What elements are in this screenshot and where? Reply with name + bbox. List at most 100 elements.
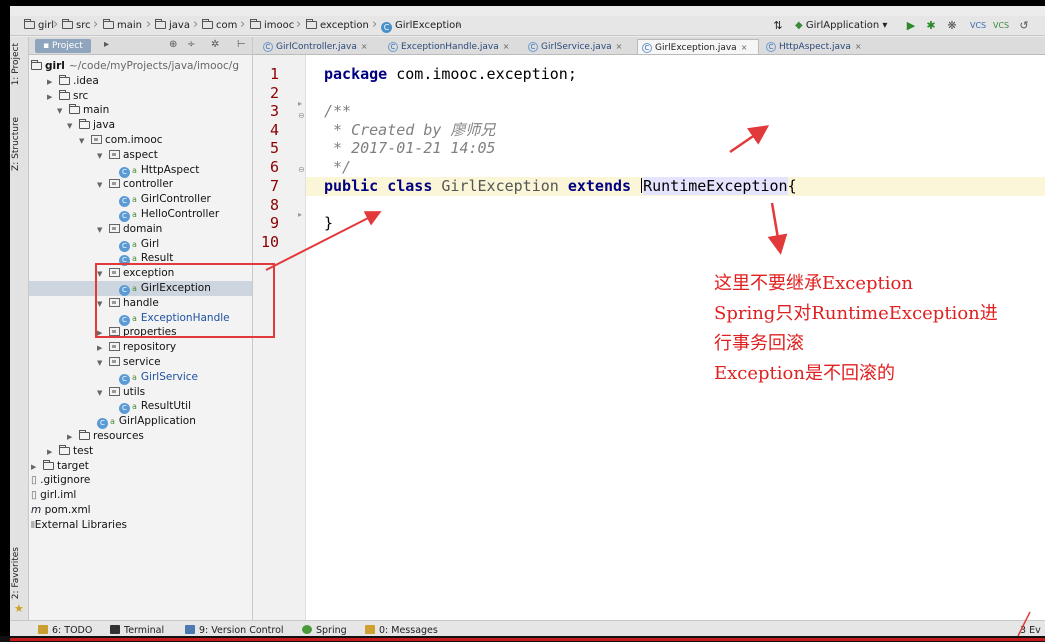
editor-tab[interactable]: C ExceptionHandle.java × [384,39,521,54]
line-number: 5 [269,139,279,157]
chevron-down-icon[interactable]: ▼ [67,119,75,134]
tree-item[interactable]: ▼ java [29,118,252,134]
chevron-right-icon: › [240,17,246,32]
tree-item[interactable]: m pom.xml [29,503,252,518]
tree-item[interactable]: Ca HelloController [29,207,252,222]
tree-item[interactable]: ▯ .gitignore [29,473,252,488]
sort-icon[interactable]: ⇅ [770,18,786,34]
chevron-down-icon[interactable]: ▼ [97,386,105,401]
folder-icon [250,19,261,29]
access-icon: a [132,210,137,219]
chevron-down-icon[interactable]: ▼ [79,134,87,149]
tree-item[interactable]: ▶ .idea [29,74,252,90]
chevron-down-icon[interactable]: ▼ [97,356,105,371]
history-icon[interactable]: ↺ [1016,18,1032,34]
project-path: ~/code/myProjects/java/imooc/g [68,60,239,72]
package-icon [109,223,120,233]
chevron-down-icon[interactable]: ▼ [57,104,65,119]
editor-tab[interactable]: C GirlService.java × [524,39,634,54]
tree-item[interactable]: ⫴External Libraries [29,518,252,533]
tree-item[interactable]: ▯ girl.iml [29,488,252,503]
vcs-tool-button[interactable]: 9: Version Control [185,625,284,636]
editor-tab[interactable]: C GirlController.java × [259,39,381,54]
tree-item[interactable]: Ca GirlApplication [29,414,252,430]
fold-marker-icon[interactable]: ▸ [298,210,302,219]
tool-tab-project[interactable]: 1: Project [11,43,21,85]
chevron-right-icon[interactable]: ▶ [31,460,39,475]
editor-tab[interactable]: C HttpAspect.java × [762,39,872,54]
fold-marker-icon[interactable]: ▸ [298,99,302,108]
fold-marker-icon[interactable]: ⊖ [298,165,305,174]
run-config-select[interactable]: ◆ GirlApplication ▾ [795,18,887,34]
tree-item[interactable]: girl ~/code/myProjects/java/imooc/g [29,59,252,74]
tree-item[interactable]: ▼ main [29,103,252,119]
chevron-right-icon[interactable]: ▶ [47,445,55,460]
tree-item[interactable]: ▼ service [29,355,252,371]
tree-item[interactable]: ▼ aspect [29,148,252,164]
debug-icon[interactable]: ✱ [923,18,939,34]
breadcrumb-girlexception[interactable]: C GirlException [381,19,462,33]
vcs-commit-icon[interactable]: VCS [993,18,1009,34]
close-icon[interactable]: × [741,43,748,52]
breadcrumb-java[interactable]: java [155,19,190,33]
scroll-from-source-icon[interactable]: ⊕ [169,39,177,50]
terminal-tool-button[interactable]: Terminal [110,625,164,636]
tree-item[interactable]: ▶ src [29,89,252,105]
breadcrumb-exception[interactable]: exception [306,19,369,33]
tool-tab-favorites[interactable]: 2: Favorites [11,547,21,599]
close-icon[interactable]: × [616,42,623,51]
tree-item[interactable]: ▶ test [29,444,252,460]
chevron-down-icon[interactable]: ▼ [97,178,105,193]
project-view-selector[interactable]: ▪ Project [35,39,91,53]
tree-item[interactable]: ▶ resources [29,429,252,445]
tree-item[interactable]: ▼ utils [29,385,252,401]
class-icon: C [528,42,538,52]
chevron-right-icon[interactable]: ▶ [97,341,105,356]
close-icon[interactable]: × [503,42,510,51]
event-log-button[interactable]: 3 Ev [1020,625,1041,636]
tree-item[interactable]: ▼ com.imooc [29,133,252,149]
tree-item[interactable]: ▶ target [29,459,252,475]
spring-tool-button[interactable]: Spring [302,625,347,636]
file-icon: ▯ [31,489,41,502]
hide-panel-icon[interactable]: ⊢ [237,39,246,50]
code-editor[interactable]: package com.imooc.exception; /** * Creat… [306,55,1045,620]
editor-tab[interactable]: C GirlException.java × [637,39,759,54]
close-icon[interactable]: × [361,42,368,51]
gear-icon[interactable]: ✲ [211,39,219,50]
tree-item[interactable]: ▶ repository [29,340,252,356]
tree-item[interactable]: ▼ domain [29,222,252,238]
tree-item-label: girl.iml [40,489,77,502]
tree-item[interactable]: Ca ResultUtil [29,399,252,415]
tree-item[interactable]: Ca GirlController [29,192,252,208]
chevron-down-icon[interactable]: ▼ [97,149,105,164]
tree-item-label: java [93,119,115,132]
fold-marker-icon[interactable]: ⊖ [298,111,305,120]
breadcrumb-main[interactable]: main [103,19,142,33]
class-icon: C [119,196,130,208]
todo-tool-button[interactable]: 6: TODO [38,625,92,636]
tree-item[interactable]: Ca HttpAspect [29,163,252,178]
chevron-right-icon[interactable]: ▶ [47,90,55,105]
breadcrumb-com[interactable]: com [202,19,237,33]
chevron-right-icon[interactable]: ▶ [67,430,75,445]
tree-item[interactable]: Ca GirlService [29,370,252,385]
tool-tab-structure[interactable]: Z: Structure [11,117,21,171]
tree-item[interactable]: Ca Girl [29,237,252,252]
chevron-down-icon[interactable]: ▼ [97,223,105,238]
tree-item-label: main [83,104,110,117]
coverage-icon[interactable]: ❋ [944,18,960,34]
breadcrumb-girl[interactable]: girl [24,19,54,33]
collapse-all-icon[interactable]: ÷ [187,39,195,50]
tree-item[interactable]: ▼ controller [29,177,252,193]
expand-icon[interactable]: ▸ [104,39,109,50]
messages-tool-button[interactable]: 0: Messages [365,625,438,636]
chevron-right-icon[interactable]: ▶ [47,75,55,90]
close-icon[interactable]: × [855,42,862,51]
vcs-update-icon[interactable]: VCS [970,18,986,34]
folder-icon [59,89,70,100]
run-icon[interactable]: ▶ [903,18,919,34]
tree-item-label: utils [123,385,146,398]
breadcrumb-imooc[interactable]: imooc [250,19,294,33]
breadcrumb-src[interactable]: src [62,19,91,33]
